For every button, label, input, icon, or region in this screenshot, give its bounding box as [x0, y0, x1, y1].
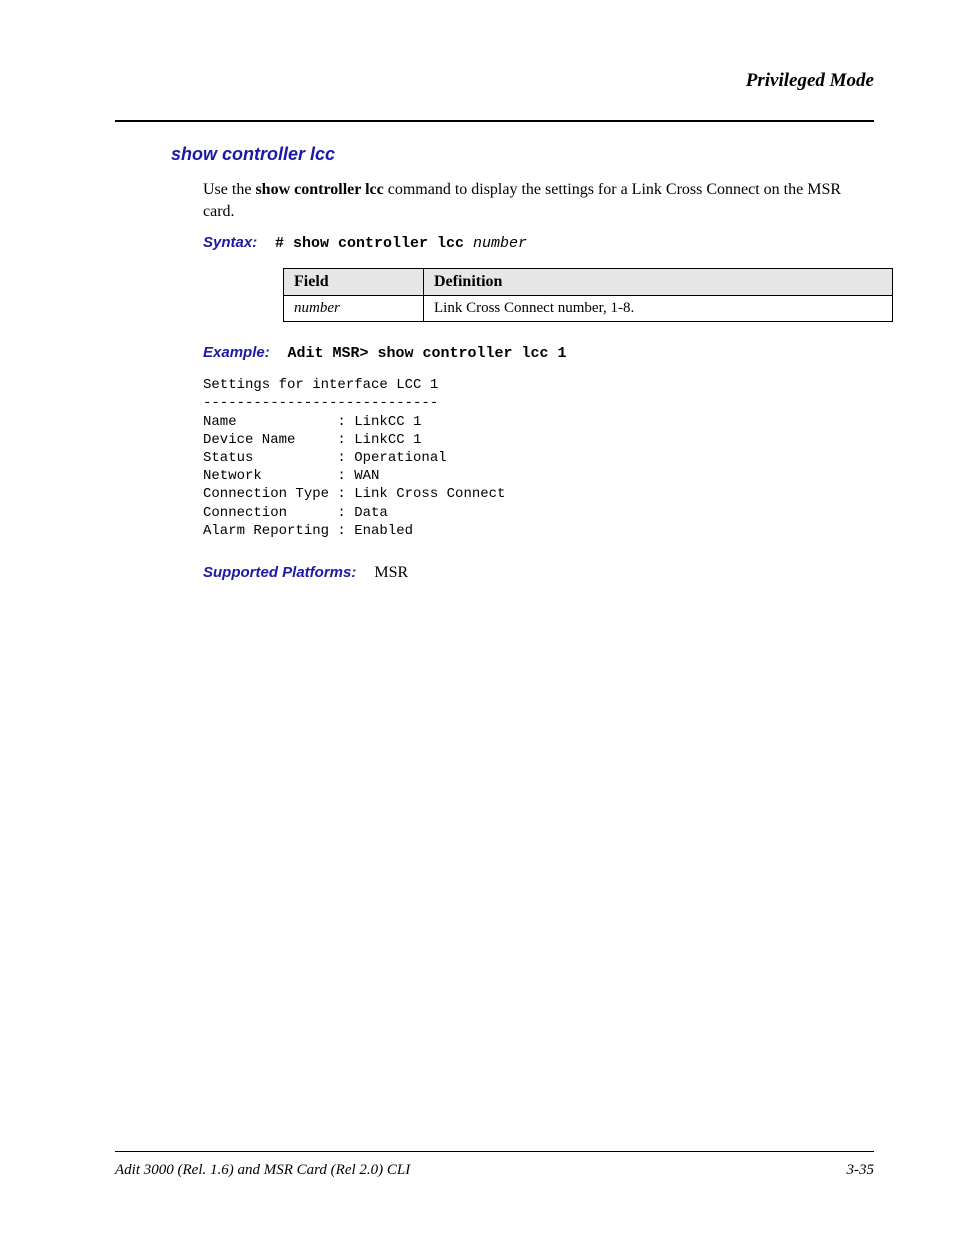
footer-page-number: 3-35	[847, 1162, 875, 1179]
table-header-definition: Definition	[424, 269, 893, 296]
table-header-row: Field Definition	[284, 269, 893, 296]
table-cell-definition: Link Cross Connect number, 1-8.	[424, 296, 893, 322]
footer-left: Adit 3000 (Rel. 1.6) and MSR Card (Rel 2…	[115, 1162, 410, 1179]
page-header: Privileged Mode	[115, 70, 874, 92]
page-footer: Adit 3000 (Rel. 1.6) and MSR Card (Rel 2…	[115, 1151, 874, 1179]
example-line: Example: Adit MSR> show controller lcc 1	[203, 344, 874, 362]
footer-rule	[115, 1151, 874, 1152]
example-output: Settings for interface LCC 1 -----------…	[203, 376, 874, 540]
description-paragraph: Use the show controller lcc command to d…	[203, 179, 874, 222]
syntax-arg: number	[473, 235, 527, 252]
supported-value: MSR	[370, 564, 408, 581]
syntax-label: Syntax:	[203, 234, 257, 251]
table-header-field: Field	[284, 269, 424, 296]
example-label: Example:	[203, 344, 270, 361]
table-cell-field: number	[284, 296, 424, 322]
header-rule	[115, 120, 874, 122]
syntax-command: # show controller lcc	[275, 235, 473, 252]
table-row: number Link Cross Connect number, 1-8.	[284, 296, 893, 322]
syntax-line: Syntax: # show controller lcc number	[203, 234, 874, 252]
supported-label: Supported Platforms:	[203, 564, 356, 581]
example-command: Adit MSR> show controller lcc 1	[287, 345, 566, 362]
desc-command: show controller lcc	[255, 181, 383, 198]
section-title: show controller lcc	[171, 144, 874, 165]
parameter-table: Field Definition number Link Cross Conne…	[283, 268, 893, 322]
supported-platforms: Supported Platforms: MSR	[203, 564, 874, 582]
desc-pre: Use the	[203, 181, 255, 198]
